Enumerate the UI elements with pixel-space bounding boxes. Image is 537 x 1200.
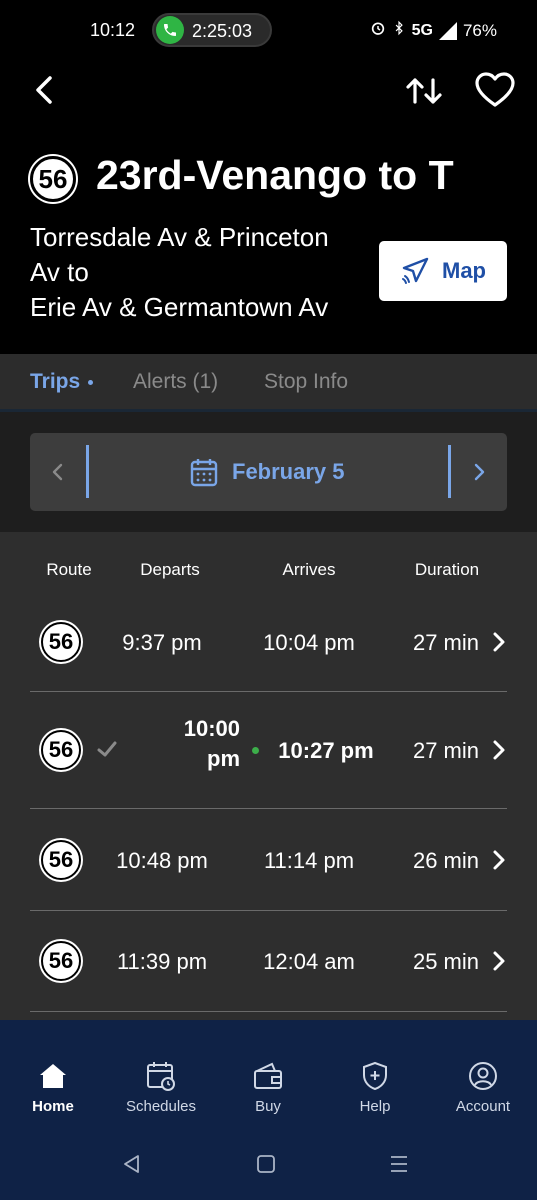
departure-time-period: pm [207,746,240,771]
chevron-right-icon [493,951,505,971]
status-bar: 10:12 2:25:03 5G 76% [0,0,537,62]
arrival-time: 10:27 pm [278,738,374,763]
nav-home-label: Home [32,1098,74,1115]
route-origin-line2: Av to [30,257,89,287]
route-header: 56 23rd-Venango to T Torresdale Av & Pri… [0,62,537,354]
nav-buy-label: Buy [255,1098,281,1115]
swap-direction-icon[interactable] [402,70,446,110]
chevron-right-icon [474,463,485,481]
map-button[interactable]: Map [379,241,507,301]
call-indicator[interactable]: 2:25:03 [152,13,272,47]
nav-buy[interactable]: Buy [223,1060,313,1115]
next-date-button[interactable] [451,433,507,511]
route-badge: 56 [41,622,81,662]
trip-duration: 27 min [412,630,480,655]
chevron-left-icon[interactable] [26,70,66,110]
route-badge: 56 [41,941,81,981]
calendar-clock-icon [147,1062,175,1091]
tab-trips[interactable]: Trips [30,370,94,394]
nav-account[interactable]: Account [438,1060,528,1115]
route-badge: 56 [41,840,81,880]
bottom-navigation: Home Schedules Buy Help Account [0,1020,537,1130]
live-tracking-dot [252,747,259,754]
back-triangle-icon[interactable] [120,1152,144,1176]
map-button-label: Map [442,258,486,283]
nav-help-label: Help [359,1098,391,1115]
trip-row[interactable]: 56 10:00 pm 10:27 pm 27 min [30,692,507,809]
nav-home[interactable]: Home [8,1060,98,1115]
tab-trips-label: Trips [30,370,81,393]
selected-date: February 5 [232,459,345,484]
home-icon [40,1064,66,1088]
arrival-time: 10:04 pm [263,630,355,655]
bluetooth-icon [392,20,406,41]
trip-duration: 25 min [412,949,480,974]
arrival-time: 11:14 pm [263,848,355,873]
recent-apps-icon[interactable] [387,1152,411,1176]
departure-time: 10:00 pm [150,714,240,774]
calendar-icon [190,459,218,487]
date-divider [86,445,89,498]
trip-duration: 26 min [412,848,480,873]
shield-plus-icon [363,1061,387,1091]
network-type: 5G [411,21,433,39]
tab-bar: Trips Alerts (1) Stop Info [0,354,537,412]
date-selector-area: February 5 [0,412,537,532]
signal-icon [438,21,457,40]
call-timer: 2:25:03 [192,21,253,41]
date-display[interactable]: February 5 [190,457,345,487]
trips-table: Route Departs Arrives Duration 56 9:37 p… [0,532,537,1020]
phone-icon [156,16,184,44]
trip-row[interactable]: 56 11:39 pm 12:04 am 25 min [30,911,507,1012]
trip-row[interactable]: 56 10:48 pm 11:14 pm 26 min [30,809,507,911]
column-header-duration: Duration [414,560,480,579]
chevron-right-icon [493,850,505,870]
alarm-icon [370,20,386,41]
status-indicators: 5G 76% [370,20,497,41]
chevron-right-icon [493,632,505,652]
tab-alerts[interactable]: Alerts (1) [133,370,218,394]
heart-icon[interactable] [472,70,518,110]
chevron-left-icon [52,463,63,481]
route-title: 23rd-Venango to T [96,152,454,198]
system-navigation-bar [0,1130,537,1200]
nav-account-label: Account [455,1098,511,1115]
departure-time: 10:48 pm [116,848,208,873]
home-square-icon[interactable] [254,1152,278,1176]
date-selector: February 5 [30,433,507,511]
arrival-time: 12:04 am [263,949,355,974]
column-header-departs: Departs [140,560,200,579]
column-header-arrives: Arrives [282,560,336,579]
nav-schedules-label: Schedules [125,1098,197,1115]
active-tab-dot [88,379,94,385]
trip-row[interactable]: 56 9:37 pm 10:04 pm 27 min [30,592,507,692]
departure-time-hour: 10:00 [183,716,240,741]
chevron-right-icon [493,740,505,760]
route-number-badge: 56 [30,156,76,202]
route-badge: 56 [41,730,81,770]
nav-schedules[interactable]: Schedules [116,1060,206,1115]
departure-time: 11:39 pm [116,949,208,974]
check-icon [97,741,117,757]
tab-stop-info[interactable]: Stop Info [264,370,348,394]
status-time: 10:12 [90,20,136,40]
navigation-arrow-icon [402,257,429,284]
route-destination: Erie Av & Germantown Av [30,292,329,322]
departure-time: 9:37 pm [122,630,202,655]
column-header-route: Route [46,560,92,579]
route-subtitle: Torresdale Av & Princeton Av to Erie Av … [30,220,375,325]
battery-level: 76% [462,20,497,40]
account-icon [469,1062,497,1090]
trip-duration: 27 min [412,738,480,763]
wallet-icon [254,1062,282,1089]
nav-help[interactable]: Help [330,1060,420,1115]
previous-date-button[interactable] [30,433,86,511]
route-origin-line1: Torresdale Av & Princeton [30,222,329,252]
